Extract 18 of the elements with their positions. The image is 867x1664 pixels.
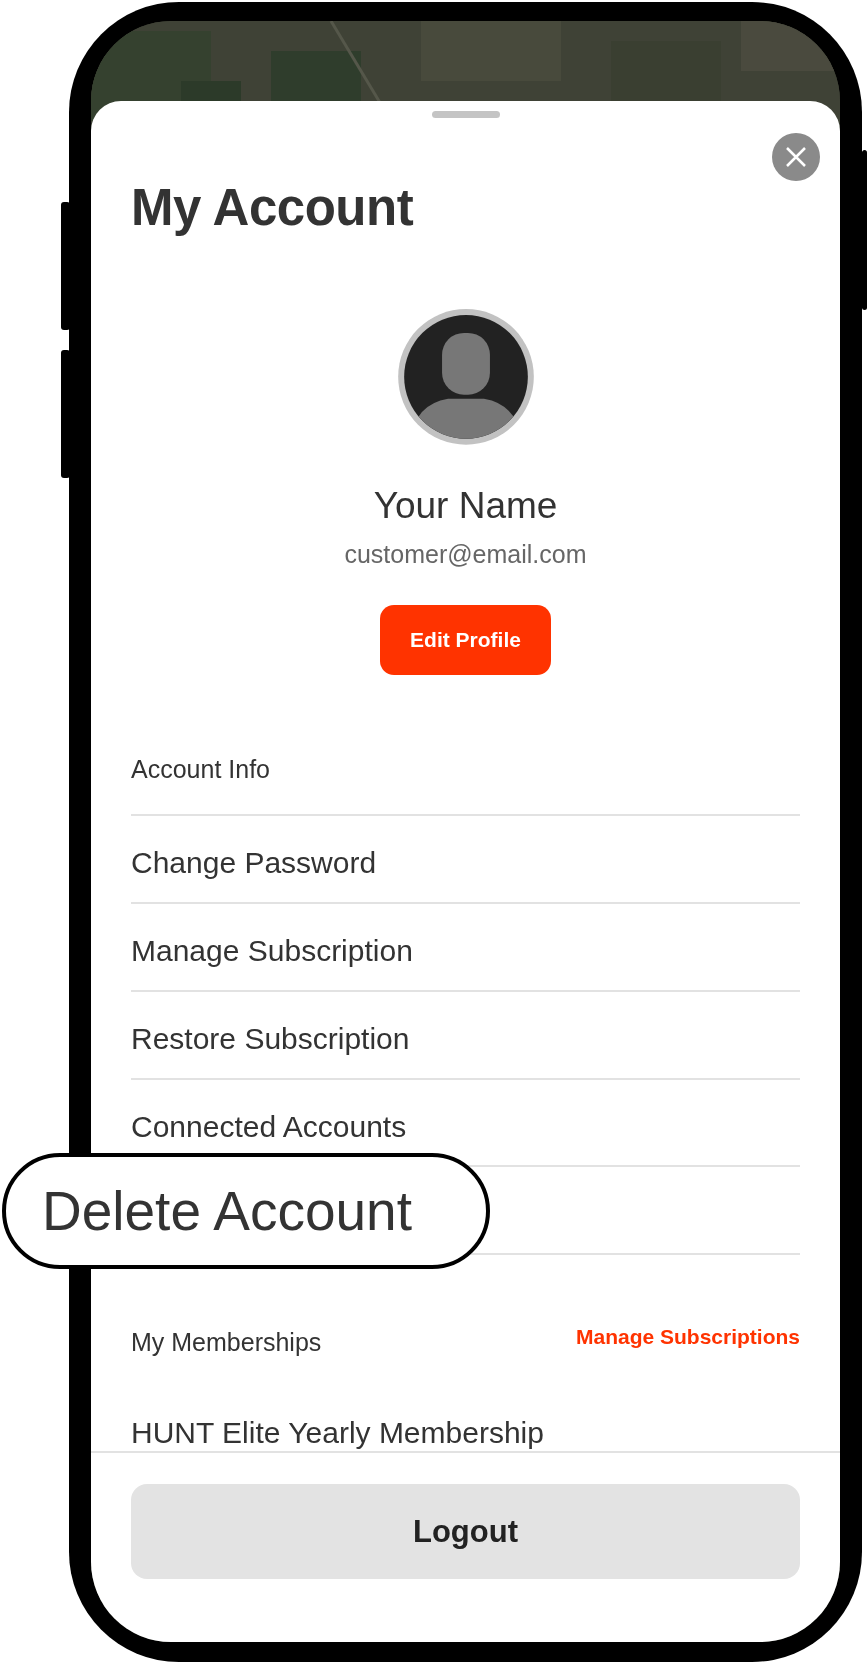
drag-handle[interactable] bbox=[431, 111, 500, 118]
close-icon[interactable] bbox=[785, 146, 807, 168]
menu-item[interactable]: Change Password bbox=[131, 845, 377, 882]
edit-profile-button[interactable]: Edit Profile bbox=[380, 604, 551, 676]
callout-label: Delete Account bbox=[2, 1153, 490, 1269]
membership-item[interactable]: HUNT Elite Yearly Membership bbox=[131, 1416, 544, 1449]
section-heading: Account Info bbox=[131, 754, 270, 785]
logout-button[interactable]: Logout bbox=[131, 1484, 800, 1579]
user-name: Your Name bbox=[373, 483, 558, 528]
menu-item[interactable]: Connected Accounts bbox=[131, 1108, 407, 1145]
section-heading: My Memberships bbox=[131, 1327, 322, 1358]
menu-item[interactable]: Manage Subscription bbox=[131, 933, 413, 970]
avatar-icon bbox=[395, 307, 536, 447]
menu-item[interactable]: Restore Subscription bbox=[131, 1020, 410, 1057]
user-email: customer@email.com bbox=[344, 538, 587, 569]
page-title: My Account bbox=[131, 180, 414, 236]
manage-subscriptions-link[interactable]: Manage Subscriptions bbox=[575, 1325, 800, 1350]
close-button[interactable] bbox=[772, 133, 820, 181]
